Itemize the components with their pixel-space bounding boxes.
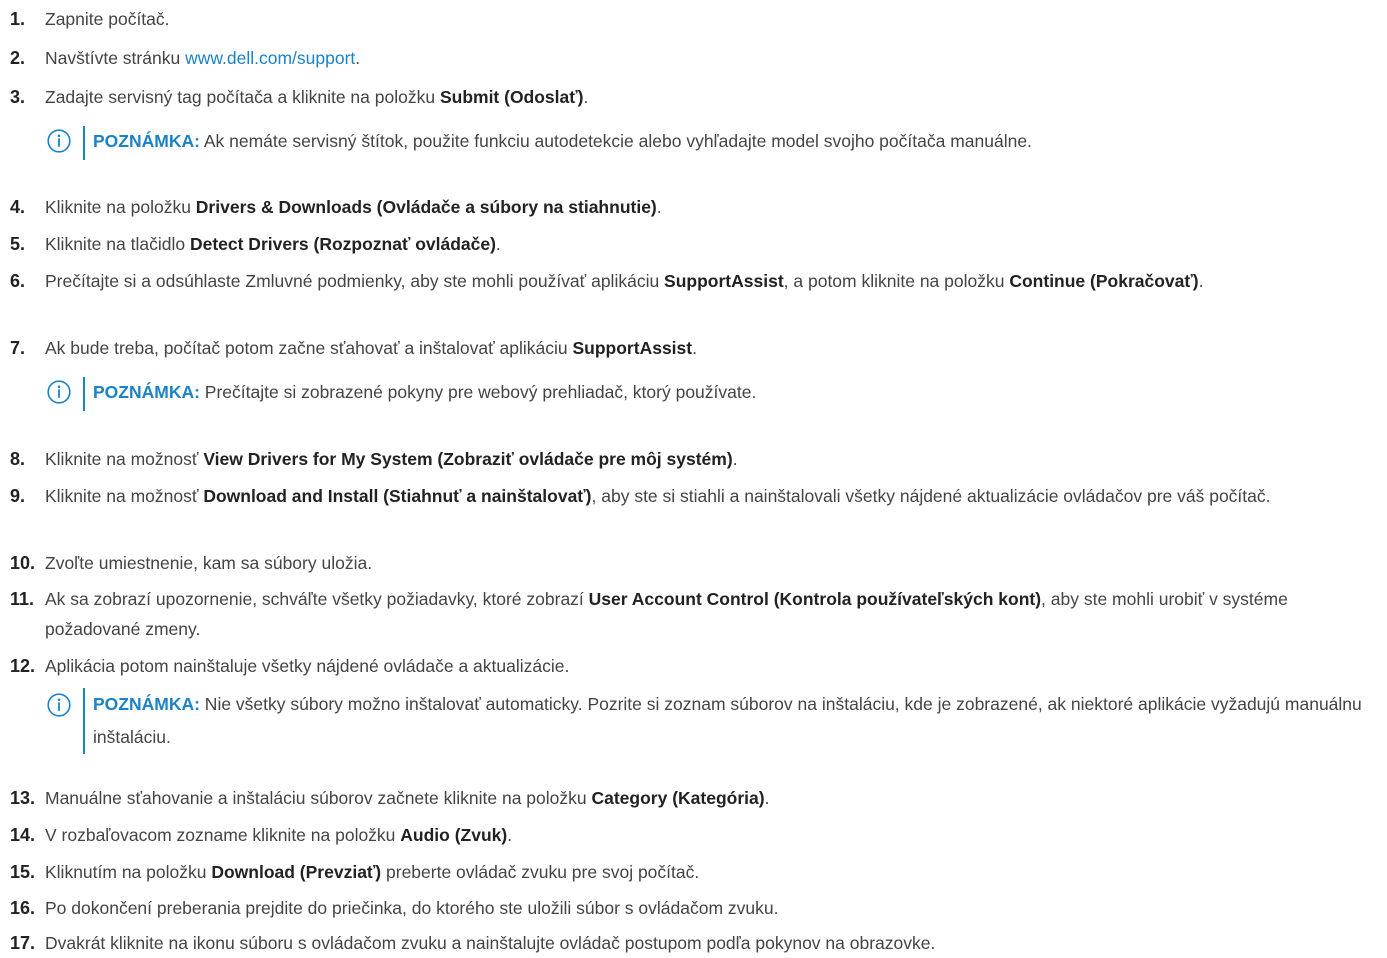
note-box: POZNÁMKA: Nie všetky súbory možno inštal… (47, 688, 1377, 754)
step-text: Kliknite na možnosť Download and Install… (45, 486, 1271, 506)
note-divider (83, 377, 85, 411)
note-divider (83, 688, 85, 754)
step-text: Kliknite na možnosť View Drivers for My … (45, 449, 738, 469)
step-number: 10. (10, 553, 36, 573)
note-text: POZNÁMKA: Nie všetky súbory možno inštal… (93, 694, 1362, 747)
document-page: 1. Zapnite počítač. 2. Navštívte stránku… (0, 0, 1387, 953)
step-number: 2. (10, 48, 26, 68)
step-text: Po dokončení preberania prejdite do prie… (45, 898, 779, 918)
step-text: Zadajte servisný tag počítača a kliknite… (45, 87, 589, 107)
note-text: POZNÁMKA: Prečítajte si zobrazené pokyny… (93, 382, 757, 402)
step-number: 7. (10, 338, 26, 358)
info-circle-icon (47, 693, 71, 717)
step-number: 17. (10, 933, 36, 953)
step-number: 16. (10, 898, 36, 918)
step-number: 14. (10, 825, 36, 845)
info-circle-icon (47, 129, 71, 153)
step-number: 12. (10, 656, 36, 676)
step-text: Aplikácia potom nainštaluje všetky nájde… (45, 656, 570, 676)
step-text: Ak bude treba, počítač potom začne sťaho… (45, 338, 697, 358)
step-text: Navštívte stránku www.dell.com/support. (45, 48, 361, 68)
step-text: Ak sa zobrazí upozornenie, schváľte všet… (45, 589, 1288, 639)
step-text: Kliknite na položku Drivers & Downloads … (45, 197, 662, 217)
step-number: 15. (10, 862, 36, 882)
note-box: POZNÁMKA: Prečítajte si zobrazené pokyny… (47, 377, 1377, 411)
step-text: Zapnite počítač. (45, 9, 170, 29)
step-text: Manuálne sťahovanie a inštaláciu súborov… (45, 788, 770, 808)
step-number: 5. (10, 234, 26, 254)
note-text: POZNÁMKA: Ak nemáte servisný štítok, pou… (93, 131, 1032, 151)
note-divider (83, 126, 85, 160)
info-circle-icon (47, 380, 71, 404)
note-box: POZNÁMKA: Ak nemáte servisný štítok, pou… (47, 126, 1377, 160)
step-text: Dvakrát kliknite na ikonu súboru s ovlád… (45, 933, 936, 953)
step-number: 8. (10, 449, 26, 469)
step-number: 3. (10, 87, 26, 107)
step-number: 4. (10, 197, 26, 217)
step-number: 1. (10, 9, 26, 29)
step-number: 11. (10, 589, 35, 609)
step-text: Zvoľte umiestnenie, kam sa súbory uložia… (45, 553, 373, 573)
step-number: 6. (10, 271, 26, 291)
step-text: V rozbaľovacom zozname kliknite na polož… (45, 825, 513, 845)
step-number: 13. (10, 788, 36, 808)
step-number: 9. (10, 486, 26, 506)
step-text: Prečítajte si a odsúhlaste Zmluvné podmi… (45, 271, 1204, 291)
dell-support-link[interactable]: www.dell.com/support (185, 48, 355, 68)
step-text: Kliknite na tlačidlo Detect Drivers (Roz… (45, 234, 501, 254)
step-text: Kliknutím na položku Download (Prevziať)… (45, 862, 700, 882)
